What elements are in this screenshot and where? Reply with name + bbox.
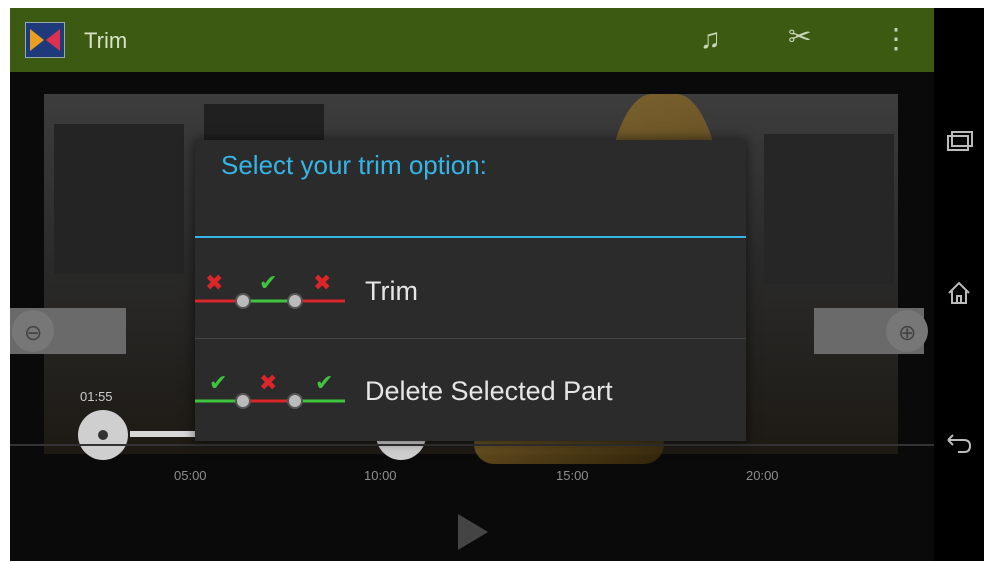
svg-text:✔: ✔ [209, 371, 227, 396]
timeline-tick: 10:00 [364, 468, 397, 483]
option-separator [195, 338, 746, 339]
scissors-icon[interactable]: ✂ [788, 22, 811, 52]
system-nav-bar [934, 8, 984, 561]
trim-option-dialog: Select your trim option: ✖ ✔ ✖ Trim ✔ ✖ … [195, 140, 746, 441]
overflow-menu-icon[interactable]: ⋮ [882, 24, 910, 54]
recent-apps-icon[interactable] [944, 126, 974, 156]
start-handle[interactable] [78, 410, 128, 460]
svg-text:✔: ✔ [315, 371, 333, 396]
music-note-icon[interactable]: ♫ [700, 24, 721, 54]
svg-text:✖: ✖ [205, 271, 223, 296]
back-icon[interactable] [944, 430, 974, 460]
timeline-tick: 20:00 [746, 468, 779, 483]
home-icon[interactable] [944, 278, 974, 308]
dialog-title: Select your trim option: [221, 150, 487, 180]
play-icon[interactable] [458, 514, 488, 550]
app-logo-icon[interactable] [25, 22, 65, 58]
timeline-tick: 05:00 [174, 468, 207, 483]
option-delete-selected-part[interactable]: ✔ ✖ ✔ Delete Selected Part [195, 340, 746, 438]
zoom-out-icon: ⊖ [24, 320, 43, 345]
timeline-line [10, 444, 934, 446]
current-time: 01:55 [80, 389, 113, 404]
svg-text:✖: ✖ [313, 271, 331, 296]
background-building [54, 124, 184, 274]
option-trim-label: Trim [365, 276, 418, 306]
background-building [764, 134, 894, 284]
screen: Trim ♫ ✂ ⋮ ⊖ ⊕ 01:55 05:00 10:00 15:00 2… [10, 8, 984, 561]
timeline-tick: 15:00 [556, 468, 589, 483]
option-delete-label: Delete Selected Part [365, 376, 613, 406]
trim-option-icon: ✖ ✔ ✖ [195, 271, 345, 309]
app-title: Trim [84, 28, 128, 53]
dialog-title-divider [195, 236, 746, 238]
svg-text:✖: ✖ [259, 371, 277, 396]
zoom-in-icon: ⊕ [898, 320, 917, 345]
svg-text:✔: ✔ [259, 271, 277, 296]
action-bar: Trim ♫ ✂ ⋮ [10, 8, 934, 72]
delete-part-option-icon: ✔ ✖ ✔ [195, 371, 345, 409]
option-trim[interactable]: ✖ ✔ ✖ Trim [195, 240, 746, 338]
